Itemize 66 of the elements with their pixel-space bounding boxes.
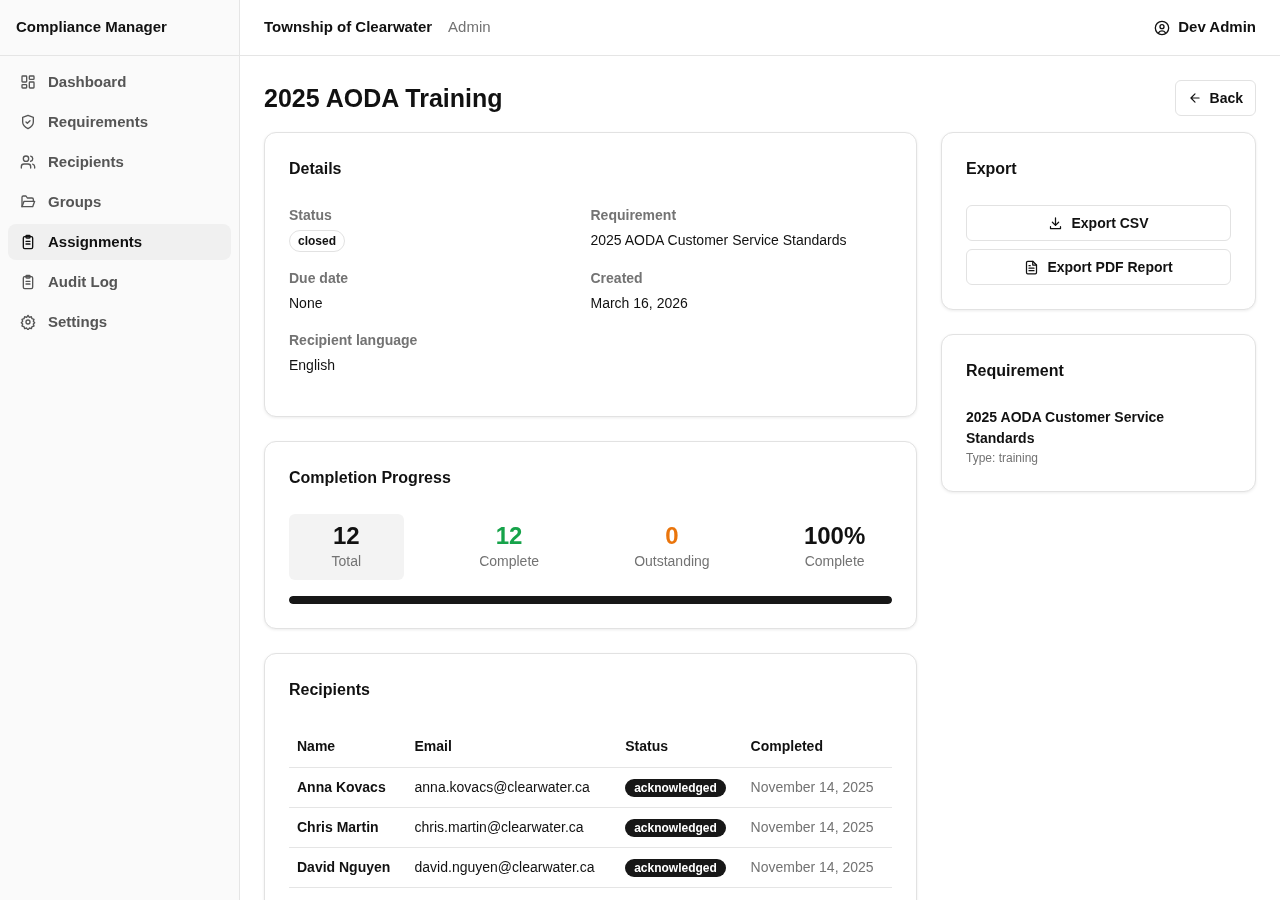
status-badge: acknowledged	[625, 858, 726, 877]
app-title: Compliance Manager	[16, 17, 167, 38]
status-badge: acknowledged	[625, 778, 726, 797]
shield-check-icon	[20, 114, 36, 130]
field-value: March 16, 2026	[590, 294, 689, 313]
field-label: Recipient language	[289, 331, 419, 350]
stat-value: 100%	[802, 522, 867, 551]
field-value: English	[289, 356, 336, 375]
card-title: Requirement	[966, 361, 1065, 381]
clipboard-icon	[20, 274, 36, 290]
requirement-name: 2025 AODA Customer Service Standards	[966, 408, 1166, 448]
table-cell: David Nguyen	[289, 847, 407, 888]
stat-label: Outstanding	[633, 551, 711, 571]
clipboard-icon	[20, 234, 36, 250]
requirement-type: Type: training	[966, 450, 1040, 467]
stat-value: 12	[332, 522, 361, 551]
stat-label: Total	[330, 551, 363, 571]
field-label: Status	[289, 206, 333, 225]
dashboard-icon	[20, 74, 36, 90]
organization-name: Township of Clearwater	[264, 17, 433, 38]
table-cell: anna.kovacs@clearwater.ca	[406, 767, 618, 808]
table-cell: Anna Kovacs	[289, 767, 407, 808]
folder-icon	[20, 194, 36, 210]
field-value: None	[289, 294, 324, 313]
card-title: Completion Progress	[289, 468, 452, 488]
user-menu[interactable]: Dev Admin	[1154, 16, 1256, 39]
table-cell: November 14, 2025	[742, 767, 892, 808]
table-cell: November 14, 2025	[742, 847, 892, 888]
column-header: Name	[289, 725, 407, 768]
stat-value: 0	[664, 522, 680, 551]
card-title: Export	[966, 159, 1018, 179]
settings-icon	[20, 314, 36, 330]
sidebar-item[interactable]: Recipients	[8, 144, 231, 180]
sidebar-item[interactable]: Assignments	[8, 224, 231, 260]
stat-label: Complete	[803, 551, 866, 571]
stat-label: Complete	[478, 551, 541, 571]
export-button[interactable]: Export CSV	[966, 205, 1231, 241]
sidebar-item[interactable]: Settings	[8, 304, 231, 340]
table-cell: david.nguyen@clearwater.ca	[406, 847, 618, 888]
field-label: Created	[590, 269, 644, 288]
field-label: Requirement	[590, 206, 678, 225]
download-icon	[1048, 215, 1064, 231]
card-title: Details	[289, 159, 343, 179]
card-title: Recipients	[289, 679, 371, 700]
user-icon	[1154, 19, 1171, 36]
export-button[interactable]: Export PDF Report	[966, 249, 1231, 285]
sidebar-item[interactable]: Requirements	[8, 104, 231, 140]
stat-value: 12	[494, 522, 524, 551]
document-icon	[1024, 259, 1040, 275]
table-cell: November 14, 2025	[742, 807, 892, 848]
table-cell: Chris Martin	[289, 807, 407, 848]
status-badge: acknowledged	[625, 818, 726, 837]
column-header: Completed	[742, 725, 892, 768]
column-header: Email	[406, 725, 618, 768]
users-icon	[20, 154, 36, 170]
arrow-left-icon	[1187, 91, 1202, 105]
field-label: Due date	[289, 269, 350, 288]
page-title: 2025 AODA Training	[264, 83, 503, 113]
sidebar-item[interactable]: Groups	[8, 184, 231, 220]
sidebar-item[interactable]: Dashboard	[8, 64, 231, 100]
field-value: 2025 AODA Customer Service Standards	[590, 231, 848, 250]
column-header: Status	[617, 725, 743, 768]
table-cell: chris.martin@clearwater.ca	[406, 807, 618, 848]
sidebar-item[interactable]: Audit Log	[8, 264, 231, 300]
back-button[interactable]: Back	[1174, 80, 1256, 116]
role-label: Admin	[448, 17, 491, 38]
